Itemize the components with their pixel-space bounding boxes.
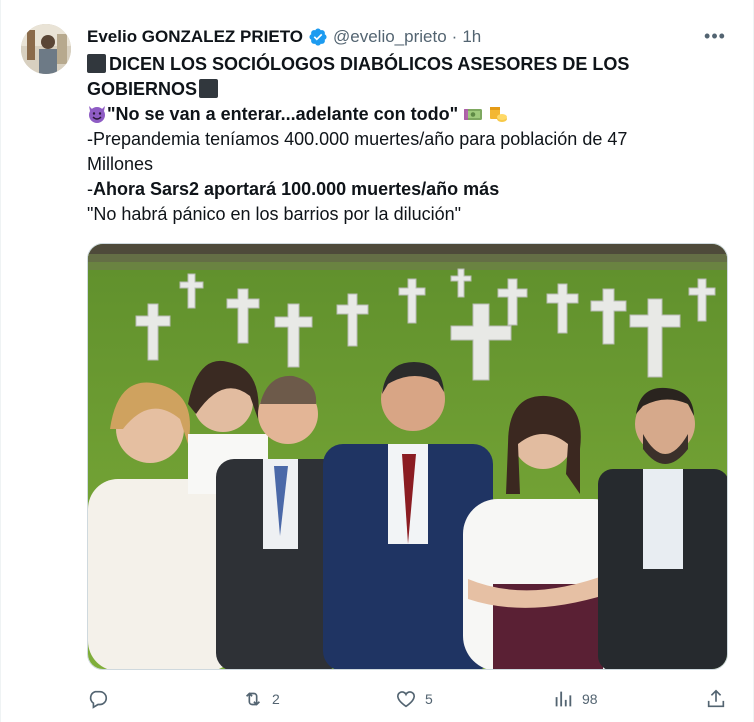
black-square-icon bbox=[87, 54, 106, 73]
tweet-line-4: -Prepandemia teníamos 400.000 muertes/añ… bbox=[87, 129, 628, 149]
reply-icon bbox=[89, 690, 108, 709]
retweet-button[interactable]: 2 bbox=[242, 683, 280, 715]
coins-emoji-icon bbox=[488, 104, 508, 124]
heart-icon bbox=[396, 691, 416, 708]
reply-button[interactable] bbox=[87, 683, 117, 715]
tweet-line-2: GOBIERNOS bbox=[87, 77, 707, 102]
timestamp[interactable]: 1h bbox=[462, 27, 481, 47]
tweet-actions-bar: 2 5 98 bbox=[87, 683, 729, 715]
smiling-devil-emoji-icon bbox=[87, 104, 107, 124]
verified-badge-icon bbox=[308, 27, 328, 47]
photo-collage-cemetery-icon bbox=[88, 244, 727, 669]
views-chart-icon bbox=[555, 691, 572, 707]
retweet-count: 2 bbox=[272, 691, 280, 707]
separator-dot: · bbox=[451, 27, 458, 46]
views-button[interactable]: 98 bbox=[552, 683, 598, 715]
tweet-media-image[interactable] bbox=[87, 243, 728, 670]
tweet-line-1: DICEN LOS SOCIÓLOGOS DIABÓLICOS ASESORES… bbox=[87, 52, 707, 77]
tweet-header: Evelio GONZALEZ PRIETO @evelio_prieto · … bbox=[87, 24, 481, 50]
author-handle[interactable]: @evelio_prieto bbox=[333, 27, 447, 47]
avatar[interactable] bbox=[21, 24, 71, 74]
tweet-line-3: "No se van a enterar...adelante con todo… bbox=[87, 102, 707, 127]
retweet-icon bbox=[245, 692, 261, 706]
like-button[interactable]: 5 bbox=[395, 683, 433, 715]
like-count: 5 bbox=[425, 691, 433, 707]
more-options-icon[interactable]: ••• bbox=[703, 26, 727, 46]
tweet-text: DICEN LOS SOCIÓLOGOS DIABÓLICOS ASESORES… bbox=[87, 52, 707, 227]
tweet-line-5: Millones bbox=[87, 154, 154, 174]
money-banknote-emoji-icon bbox=[463, 104, 483, 124]
tweet-line-6: -Ahora Sars2 aportará 100.000 muertes/añ… bbox=[87, 179, 500, 199]
tweet-card[interactable]: Evelio GONZALEZ PRIETO @evelio_prieto · … bbox=[0, 0, 754, 722]
share-button[interactable] bbox=[705, 683, 727, 715]
share-icon bbox=[707, 689, 725, 708]
views-count: 98 bbox=[582, 691, 598, 707]
author-name[interactable]: Evelio GONZALEZ PRIETO bbox=[87, 27, 303, 47]
tweet-line-7: "No habrá pánico en los barrios por la d… bbox=[87, 204, 461, 224]
black-square-icon bbox=[199, 79, 219, 98]
